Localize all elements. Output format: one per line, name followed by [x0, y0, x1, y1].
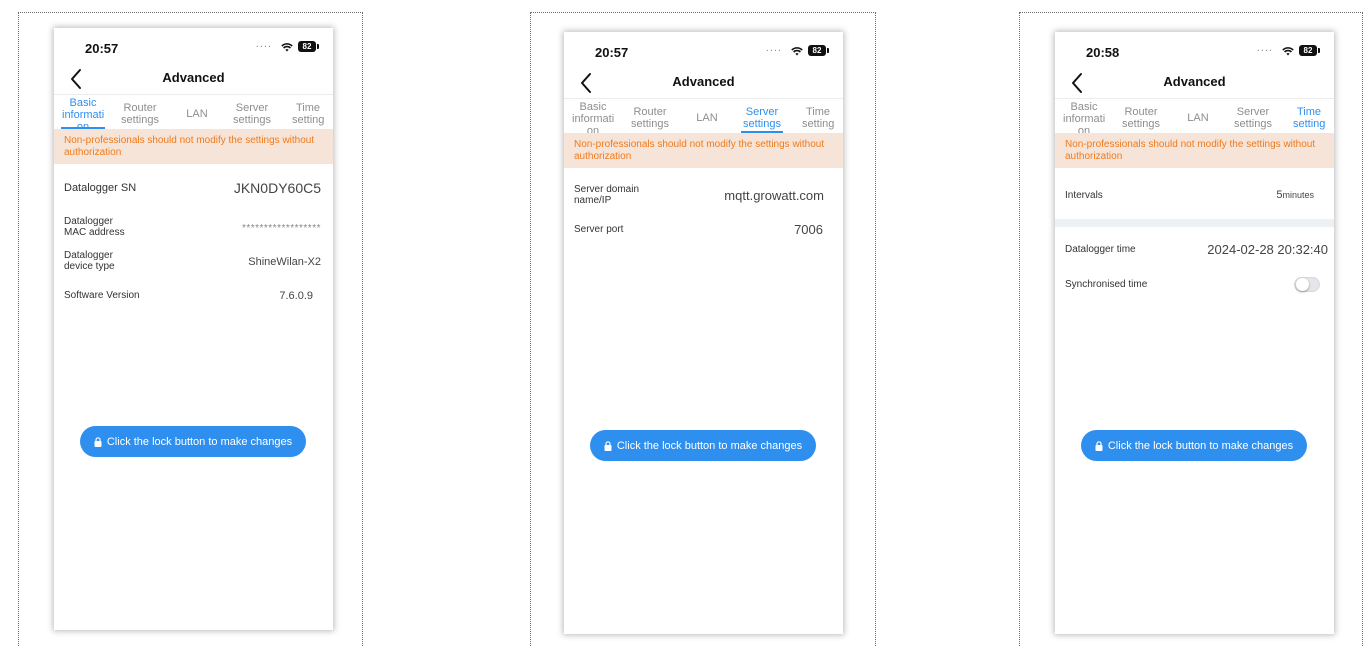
- row-label: Datalogger device type: [64, 250, 115, 272]
- tab-server-settings[interactable]: Server settings: [226, 95, 278, 130]
- lock-button-label: Click the lock button to make changes: [1107, 439, 1294, 452]
- row-label: Synchronised time: [1065, 279, 1148, 290]
- tab-basic-information[interactable]: Basic informati on: [1057, 99, 1111, 134]
- battery-icon: 82: [808, 45, 829, 56]
- row-value: mqtt.growatt.com: [724, 188, 824, 203]
- wifi-icon: [281, 43, 293, 52]
- lock-icon: [1095, 440, 1103, 451]
- synchronised-time-toggle[interactable]: [1294, 277, 1320, 292]
- status-bar: 20:57 .... 82: [564, 32, 843, 70]
- row-value: 7006: [794, 222, 823, 237]
- tab-lan[interactable]: LAN: [1176, 99, 1220, 134]
- tab-time-setting[interactable]: Time setting: [1285, 99, 1333, 134]
- row-label: Server port: [574, 224, 624, 235]
- toggle-knob: [1296, 278, 1309, 291]
- status-time: 20:57: [85, 41, 119, 56]
- tab-router-settings[interactable]: Router settings: [114, 95, 166, 130]
- warning-banner: Non-professionals should not modify the …: [1055, 133, 1334, 168]
- wifi-icon: [1282, 47, 1294, 56]
- row-value: ******************: [241, 223, 321, 234]
- status-bar: 20:58 .... 82: [1055, 32, 1334, 70]
- lock-changes-button[interactable]: Click the lock button to make changes: [590, 430, 816, 461]
- page-title: Advanced: [672, 74, 735, 89]
- phone-screen-basic-info: 20:57 .... 82 Advanced Basic informati o…: [54, 28, 333, 630]
- row-label: Software Version: [64, 290, 140, 301]
- row-label: Datalogger time: [1065, 244, 1136, 255]
- lock-changes-button[interactable]: Click the lock button to make changes: [80, 426, 306, 457]
- tab-time-setting[interactable]: Time setting: [284, 95, 332, 130]
- row-label: Datalogger MAC address: [64, 216, 125, 238]
- tab-server-settings[interactable]: Server settings: [1227, 99, 1279, 134]
- battery-icon: 82: [1299, 45, 1320, 56]
- tab-basic-information[interactable]: Basic informati on: [566, 99, 620, 134]
- tab-lan[interactable]: LAN: [685, 99, 729, 134]
- tab-bar: Basic informati on Router settings LAN S…: [54, 94, 333, 130]
- row-label: Datalogger SN: [64, 182, 137, 194]
- battery-icon: 82: [298, 41, 319, 52]
- signal-dots-icon: ....: [255, 38, 272, 50]
- status-time: 20:57: [595, 45, 629, 60]
- phone-screen-server-settings: 20:57 .... 82 Advanced Basic informati o…: [564, 32, 843, 634]
- tab-time-setting[interactable]: Time setting: [794, 99, 842, 134]
- row-value: 7.6.0.9: [279, 290, 313, 302]
- status-bar: 20:57 .... 82: [54, 28, 333, 66]
- nav-bar: Advanced: [1055, 70, 1334, 98]
- tab-router-settings[interactable]: Router settings: [624, 99, 676, 134]
- lock-icon: [604, 440, 612, 451]
- intervals-unit: minutes: [1282, 190, 1314, 200]
- tab-lan[interactable]: LAN: [175, 95, 219, 130]
- lock-button-label: Click the lock button to make changes: [106, 435, 293, 448]
- warning-banner: Non-professionals should not modify the …: [564, 133, 843, 168]
- phone-screen-time-setting: 20:58 .... 82 Advanced Basic informati o…: [1055, 32, 1334, 634]
- wifi-icon: [791, 47, 803, 56]
- status-time: 20:58: [1086, 45, 1120, 60]
- tab-bar: Basic informati on Router settings LAN S…: [1055, 98, 1334, 134]
- page-title: Advanced: [162, 70, 225, 85]
- tab-basic-information[interactable]: Basic informati on: [56, 95, 110, 130]
- lock-button-label: Click the lock button to make changes: [616, 439, 803, 452]
- nav-bar: Advanced: [54, 66, 333, 94]
- intervals-value: 5minutes: [1276, 189, 1314, 201]
- row-label: Server domain name/IP: [574, 184, 640, 206]
- row-value: 2024-02-28 20:32:40: [1207, 242, 1328, 257]
- tab-bar: Basic informati on Router settings LAN S…: [564, 98, 843, 134]
- row-label: Intervals: [1065, 190, 1103, 201]
- signal-dots-icon: ....: [1256, 42, 1273, 54]
- lock-icon: [94, 436, 102, 447]
- warning-banner: Non-professionals should not modify the …: [54, 129, 333, 164]
- row-value: ShineWilan-X2: [248, 256, 321, 268]
- lock-changes-button[interactable]: Click the lock button to make changes: [1081, 430, 1307, 461]
- nav-bar: Advanced: [564, 70, 843, 98]
- section-divider: [1055, 219, 1334, 227]
- tab-router-settings[interactable]: Router settings: [1115, 99, 1167, 134]
- tab-server-settings[interactable]: Server settings: [736, 99, 788, 134]
- page-title: Advanced: [1163, 74, 1226, 89]
- row-value: JKN0DY60C5: [233, 180, 321, 196]
- signal-dots-icon: ....: [765, 42, 782, 54]
